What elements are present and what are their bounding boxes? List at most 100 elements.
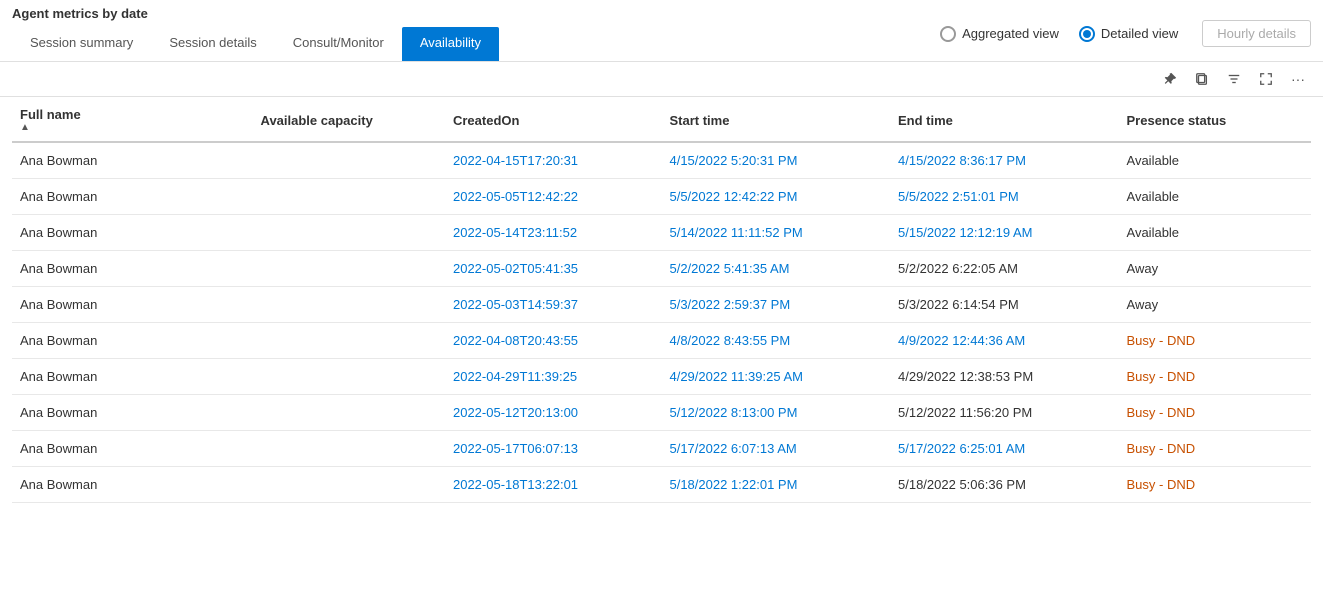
cell-endtime: 4/29/2022 12:38:53 PM — [890, 359, 1119, 395]
col-header-starttime[interactable]: Start time — [661, 97, 890, 142]
cell-presence-status: Available — [1119, 215, 1311, 251]
table-row: Ana Bowman 2022-05-12T20:13:005/12/2022 8… — [12, 395, 1311, 431]
cell-presence-status: Busy - DND — [1119, 431, 1311, 467]
aggregated-view-label: Aggregated view — [962, 26, 1059, 41]
cell-available-capacity — [253, 467, 445, 503]
table-row: Ana Bowman 2022-05-14T23:11:525/14/2022 1… — [12, 215, 1311, 251]
cell-fullname: Ana Bowman — [12, 251, 253, 287]
cell-endtime: 5/15/2022 12:12:19 AM — [890, 215, 1119, 251]
cell-endtime: 5/12/2022 11:56:20 PM — [890, 395, 1119, 431]
hourly-details-button[interactable]: Hourly details — [1202, 20, 1311, 47]
table-row: Ana Bowman2022-05-18T13:22:015/18/2022 1… — [12, 467, 1311, 503]
detailed-radio-icon — [1079, 26, 1095, 42]
cell-createdon: 2022-05-14T23:11:52 — [445, 215, 662, 251]
tab-session-details[interactable]: Session details — [151, 27, 274, 61]
tab-session-summary[interactable]: Session summary — [12, 27, 151, 61]
table-row: Ana Bowman 2022-05-17T06:07:135/17/2022 6… — [12, 431, 1311, 467]
cell-fullname: Ana Bowman — [12, 467, 253, 503]
col-header-presence-status[interactable]: Presence status — [1119, 97, 1311, 142]
pin-icon — [1163, 72, 1177, 86]
cell-fullname: Ana Bowman — [12, 287, 253, 323]
cell-starttime: 5/3/2022 2:59:37 PM — [661, 287, 890, 323]
cell-starttime: 4/29/2022 11:39:25 AM — [661, 359, 890, 395]
cell-createdon: 2022-04-08T20:43:55 — [445, 323, 662, 359]
page-wrapper: Agent metrics by date Session summary Se… — [0, 0, 1323, 591]
pin-icon-button[interactable] — [1157, 66, 1183, 92]
cell-endtime: 5/5/2022 2:51:01 PM — [890, 179, 1119, 215]
cell-fullname: Ana Bowman — [12, 431, 253, 467]
view-options: Aggregated view Detailed view — [940, 26, 1178, 42]
cell-createdon: 2022-05-12T20:13:00 — [445, 395, 662, 431]
cell-starttime: 5/12/2022 8:13:00 PM — [661, 395, 890, 431]
col-header-createdon[interactable]: CreatedOn — [445, 97, 662, 142]
table-row: Ana Bowman 2022-05-05T12:42:225/5/2022 12… — [12, 179, 1311, 215]
tab-availability[interactable]: Availability — [402, 27, 499, 61]
cell-available-capacity — [253, 287, 445, 323]
cell-createdon: 2022-05-03T14:59:37 — [445, 287, 662, 323]
cell-starttime: 4/15/2022 5:20:31 PM — [661, 142, 890, 179]
cell-available-capacity — [253, 215, 445, 251]
col-header-endtime[interactable]: End time — [890, 97, 1119, 142]
cell-available-capacity — [253, 142, 445, 179]
cell-createdon: 2022-04-29T11:39:25 — [445, 359, 662, 395]
top-bar: Agent metrics by date Session summary Se… — [0, 0, 1323, 62]
cell-createdon: 2022-05-05T12:42:22 — [445, 179, 662, 215]
cell-starttime: 5/17/2022 6:07:13 AM — [661, 431, 890, 467]
cell-endtime: 5/2/2022 6:22:05 AM — [890, 251, 1119, 287]
cell-available-capacity — [253, 395, 445, 431]
more-options-button[interactable]: ··· — [1285, 66, 1311, 92]
cell-starttime: 5/2/2022 5:41:35 AM — [661, 251, 890, 287]
col-header-available-capacity[interactable]: Available capacity — [253, 97, 445, 142]
table-row: Ana Bowman 2022-05-02T05:41:355/2/2022 5:… — [12, 251, 1311, 287]
cell-presence-status: Away — [1119, 287, 1311, 323]
cell-fullname: Ana Bowman — [12, 142, 253, 179]
cell-starttime: 4/8/2022 8:43:55 PM — [661, 323, 890, 359]
table-row: Ana Bowman 2022-04-08T20:43:554/8/2022 8:… — [12, 323, 1311, 359]
cell-available-capacity — [253, 323, 445, 359]
col-header-fullname[interactable]: Full name ▲ — [12, 97, 253, 142]
cell-endtime: 4/15/2022 8:36:17 PM — [890, 142, 1119, 179]
cell-fullname: Ana Bowman — [12, 215, 253, 251]
table-row: Ana Bowman2022-04-29T11:39:254/29/2022 1… — [12, 359, 1311, 395]
cell-createdon: 2022-05-02T05:41:35 — [445, 251, 662, 287]
data-table: Full name ▲ Available capacity CreatedOn… — [12, 97, 1311, 503]
sort-arrow-fullname: ▲ — [20, 122, 245, 133]
tabs-container: Session summary Session details Consult/… — [12, 27, 499, 61]
cell-createdon: 2022-05-17T06:07:13 — [445, 431, 662, 467]
ellipsis-icon: ··· — [1291, 71, 1305, 87]
cell-endtime: 4/9/2022 12:44:36 AM — [890, 323, 1119, 359]
copy-icon-button[interactable] — [1189, 66, 1215, 92]
copy-icon — [1195, 72, 1209, 86]
cell-presence-status: Available — [1119, 142, 1311, 179]
table-row: Ana Bowman 2022-04-15T17:20:314/15/2022 5… — [12, 142, 1311, 179]
cell-fullname: Ana Bowman — [12, 359, 253, 395]
page-title: Agent metrics by date — [12, 6, 499, 21]
cell-available-capacity — [253, 179, 445, 215]
cell-fullname: Ana Bowman — [12, 323, 253, 359]
aggregated-view-option[interactable]: Aggregated view — [940, 26, 1059, 42]
expand-icon-button[interactable] — [1253, 66, 1279, 92]
cell-available-capacity — [253, 359, 445, 395]
cell-available-capacity — [253, 431, 445, 467]
cell-presence-status: Available — [1119, 179, 1311, 215]
cell-presence-status: Busy - DND — [1119, 323, 1311, 359]
tab-consult-monitor[interactable]: Consult/Monitor — [275, 27, 402, 61]
cell-createdon: 2022-04-15T17:20:31 — [445, 142, 662, 179]
detailed-view-option[interactable]: Detailed view — [1079, 26, 1178, 42]
table-row: Ana Bowman 2022-05-03T14:59:375/3/2022 2:… — [12, 287, 1311, 323]
cell-presence-status: Busy - DND — [1119, 359, 1311, 395]
data-table-wrapper[interactable]: Full name ▲ Available capacity CreatedOn… — [0, 97, 1323, 591]
cell-endtime: 5/3/2022 6:14:54 PM — [890, 287, 1119, 323]
filter-icon-button[interactable] — [1221, 66, 1247, 92]
cell-createdon: 2022-05-18T13:22:01 — [445, 467, 662, 503]
cell-starttime: 5/5/2022 12:42:22 PM — [661, 179, 890, 215]
cell-endtime: 5/18/2022 5:06:36 PM — [890, 467, 1119, 503]
cell-starttime: 5/14/2022 11:11:52 PM — [661, 215, 890, 251]
toolbar-icons-row: ··· — [0, 62, 1323, 97]
cell-presence-status: Away — [1119, 251, 1311, 287]
top-bar-left: Agent metrics by date Session summary Se… — [12, 6, 499, 61]
cell-fullname: Ana Bowman — [12, 179, 253, 215]
cell-fullname: Ana Bowman — [12, 395, 253, 431]
top-bar-right: Aggregated view Detailed view Hourly det… — [940, 20, 1311, 47]
cell-available-capacity — [253, 251, 445, 287]
